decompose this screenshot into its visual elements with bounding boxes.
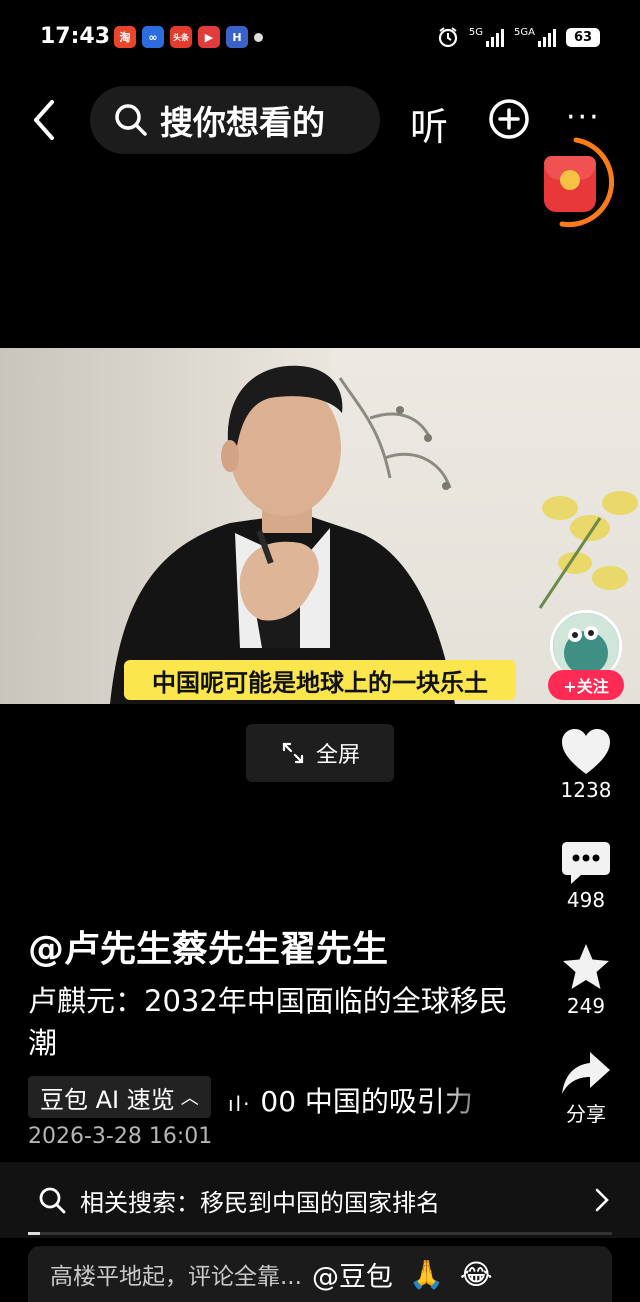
notification-app-icons: 淘 ∞ 头条 ▶ H [114, 26, 263, 48]
star-icon [563, 944, 609, 989]
comment-icon [562, 842, 610, 884]
ai-summary-fade [440, 1078, 502, 1118]
fullscreen-button[interactable]: 全屏 [246, 724, 394, 782]
more-icon[interactable]: ··· [566, 100, 601, 135]
share-button[interactable]: 分享 [552, 1050, 620, 1127]
status-time: 17:43 [40, 24, 111, 49]
add-icon[interactable] [488, 98, 530, 140]
search-icon [115, 104, 147, 136]
toutiao-icon: 头条 [170, 26, 192, 48]
laugh-emoji-button[interactable]: 😂 [460, 1258, 493, 1291]
follow-button[interactable]: +关注 [548, 670, 624, 700]
comment-count: 498 [566, 888, 606, 912]
fullscreen-label: 全屏 [315, 743, 360, 768]
pray-emoji-button[interactable]: 🙏 [409, 1258, 444, 1291]
video-title: 卢麒元：2032年中国面临的全球移民潮 [28, 984, 508, 1060]
fullscreen-icon [282, 742, 304, 764]
comment-input[interactable]: 高楼平地起，评论全靠... @豆包 🙏 😂 [28, 1246, 612, 1302]
mention-doubao-button[interactable]: @豆包 [312, 1255, 393, 1294]
cloud-drive-icon: ∞ [142, 26, 164, 48]
share-icon [562, 1052, 610, 1094]
like-button[interactable]: 1238 [552, 728, 620, 802]
like-count: 1238 [560, 778, 612, 802]
ai-summary-label: 豆包 AI 速览 [40, 1085, 175, 1114]
chevron-up-icon: ︿ [180, 1088, 199, 1109]
share-label: 分享 [566, 1102, 606, 1126]
video-progress-fill [28, 1232, 40, 1235]
listen-button[interactable]: 听 [410, 96, 448, 151]
red-packet-icon [544, 156, 596, 212]
author-name[interactable]: @卢先生蔡先生翟先生 [28, 920, 388, 972]
search-placeholder: 搜你想看的 [160, 103, 325, 142]
taobao-icon: 淘 [114, 26, 136, 48]
favorite-count: 249 [566, 994, 606, 1018]
video-progress-bar[interactable] [28, 1232, 612, 1235]
video-player[interactable] [0, 348, 640, 704]
search-icon [39, 1187, 66, 1214]
signal-strength-2: 5GA [514, 27, 556, 47]
favorite-button[interactable]: 249 [552, 942, 620, 1018]
battery-indicator: 63 [566, 27, 600, 47]
h-app-icon: H [226, 26, 248, 48]
signal-strength-1: 5G [469, 27, 505, 47]
back-icon[interactable] [28, 96, 60, 144]
chevron-right-icon [595, 1188, 609, 1212]
status-right: 5G 5GA 63 [437, 26, 600, 48]
search-input[interactable]: 搜你想看的 [90, 86, 380, 154]
post-date: 2026-3-28 16:01 [28, 1124, 213, 1149]
red-packet-widget[interactable] [536, 136, 614, 228]
related-search-bar[interactable]: 相关搜索：移民到中国的国家排名 [0, 1162, 640, 1238]
comment-button[interactable]: 498 [552, 840, 620, 912]
related-search-text: 相关搜索：移民到中国的国家排名 [80, 1188, 440, 1217]
comment-placeholder: 高楼平地起，评论全靠... [50, 1264, 302, 1290]
more-notifications-dot [254, 32, 263, 42]
heart-icon [562, 729, 610, 774]
video-app-icon: ▶ [198, 26, 220, 48]
audio-wave-icon: ıl· [228, 1092, 252, 1116]
video-subtitle: 中国呢可能是地球上的一块乐土 [124, 660, 516, 700]
alarm-icon [438, 27, 458, 48]
ai-summary-toggle[interactable]: 豆包 AI 速览 ︿ [28, 1076, 211, 1118]
video-scene [110, 365, 638, 704]
